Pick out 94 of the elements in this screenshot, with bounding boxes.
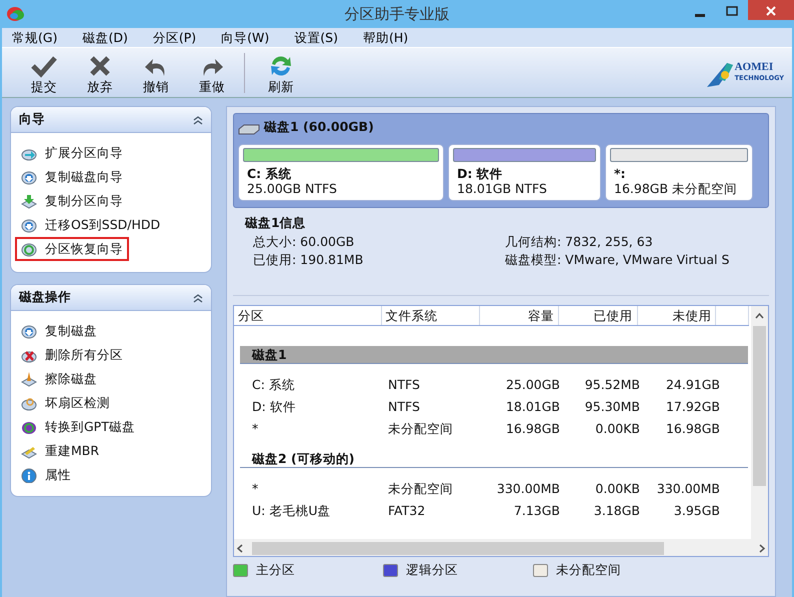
sidebar-item[interactable]: 重建MBR [15, 439, 106, 463]
partition-name: C: 系统 [246, 166, 293, 181]
toolbar-button[interactable]: 撤销 [128, 50, 184, 96]
menu-item[interactable]: 设置(S) [294, 28, 349, 47]
table-cell: 330.00MB [656, 481, 720, 496]
sidebar-item[interactable]: 复制磁盘 [15, 319, 103, 343]
toolbar-button[interactable]: 刷新 [253, 50, 309, 96]
info-icon [21, 467, 37, 483]
partition-block[interactable]: D: 软件 18.01GB NTFS [448, 144, 601, 201]
disk-refresh-icon [21, 241, 37, 257]
panel-title: 向导 [19, 110, 45, 128]
collapse-icon [193, 114, 203, 124]
partition-block[interactable]: *: 16.98GB 未分配空间 [605, 144, 753, 201]
disk-group-row[interactable]: 磁盘1 [240, 346, 748, 364]
table-cell: NTFS [388, 377, 420, 392]
table-cell: 17.92GB [666, 399, 720, 414]
disk-download-icon [21, 323, 37, 339]
column-header[interactable]: 未使用 [638, 306, 716, 325]
table-cell: 0.00KB [595, 421, 640, 436]
table-cell: * [252, 481, 258, 496]
vertical-scrollbar[interactable] [751, 306, 768, 539]
table-cell: 95.52MB [584, 377, 640, 392]
table-cell: U: 老毛桃U盘 [252, 503, 330, 518]
partition-name: *: [613, 166, 627, 181]
table-cell: 16.98GB [506, 421, 560, 436]
info-field: 总大小: 60.00GB [253, 234, 354, 249]
legend-label: 未分配空间 [556, 560, 621, 579]
menu-item[interactable]: 磁盘(D) [82, 28, 139, 47]
disk-convert-icon [21, 419, 37, 435]
column-header[interactable]: 文件系统 [382, 306, 480, 325]
table-cell: 0.00KB [595, 481, 640, 496]
table-cell: * [252, 421, 258, 436]
table-cell: 3.95GB [674, 503, 720, 518]
column-header[interactable]: 分区 [234, 306, 382, 325]
sidebar-item[interactable]: 擦除磁盘 [15, 367, 103, 391]
table-cell: NTFS [388, 399, 420, 414]
sidebar-item[interactable]: 复制磁盘向导 [15, 165, 129, 189]
sidebar-item[interactable]: 属性 [15, 463, 77, 487]
menu-item[interactable]: 分区(P) [152, 28, 208, 47]
disk-group-row[interactable]: 磁盘2 (可移动的) [240, 450, 748, 468]
partition-detail: 25.00GB NTFS [246, 181, 338, 196]
table-cell: 7.13GB [514, 503, 560, 518]
disk-brush-icon [21, 371, 37, 387]
maximize-icon [726, 6, 738, 16]
sidebar-item[interactable]: 复制分区向导 [15, 189, 129, 213]
toolbar-button[interactable]: 放弃 [72, 50, 128, 96]
disk-download-icon [21, 217, 37, 233]
menu-item[interactable]: 向导(W) [221, 28, 280, 47]
table-cell: FAT32 [388, 503, 426, 518]
legend-label: 主分区 [256, 560, 295, 579]
app-icon [6, 5, 26, 23]
column-header[interactable]: 容量 [480, 306, 559, 325]
table-cell: 3.18GB [594, 503, 640, 518]
panel-title: 磁盘操作 [19, 288, 71, 306]
close-button[interactable] [748, 0, 794, 20]
table-cell: C: 系统 [252, 377, 295, 392]
close-icon [766, 6, 776, 16]
info-title: 磁盘1信息 [245, 214, 307, 232]
disk-down-arrow-icon [21, 193, 37, 209]
sidebar-item[interactable]: 迁移OS到SSD/HDD [15, 213, 166, 237]
minimize-icon [695, 14, 705, 18]
column-header[interactable]: 已使用 [558, 306, 638, 325]
menu-item[interactable]: 帮助(H) [362, 28, 420, 47]
menu-item[interactable]: 常规(G) [12, 28, 68, 47]
table-cell: D: 软件 [252, 399, 296, 414]
sidebar-item[interactable]: 转换到GPT磁盘 [15, 415, 141, 439]
table-cell: 18.01GB [506, 399, 560, 414]
sidebar-item[interactable]: 扩展分区向导 [15, 141, 129, 165]
horizontal-scrollbar[interactable] [234, 539, 768, 556]
partition-block[interactable]: C: 系统 25.00GB NTFS [238, 144, 444, 201]
disk-title: 磁盘1 (60.00GB) [264, 118, 374, 136]
legend-label: 逻辑分区 [406, 560, 458, 579]
partition-detail: 16.98GB 未分配空间 [613, 181, 738, 196]
info-field: 磁盘模型: VMware, VMware Virtual S [505, 252, 730, 267]
info-field: 已使用: 190.81MB [253, 252, 364, 267]
table-cell: 未分配空间 [388, 421, 453, 436]
table-cell: 330.00MB [496, 481, 560, 496]
sidebar-item[interactable]: 坏扇区检测 [15, 391, 116, 415]
sidebar-item[interactable]: 删除所有分区 [15, 343, 129, 367]
info-field: 几何结构: 7832, 255, 63 [505, 234, 653, 249]
disk-download-icon [21, 169, 37, 185]
toolbar-button[interactable]: 重做 [184, 50, 240, 96]
table-cell: 未分配空间 [388, 481, 453, 496]
logo-name: AOMEI [734, 62, 774, 72]
table-cell: 24.91GB [666, 377, 720, 392]
partition-name: D: 软件 [456, 166, 504, 181]
collapse-icon [193, 292, 203, 302]
window-title: 分区助手专业版 [344, 5, 450, 23]
table-cell: 25.00GB [506, 377, 560, 392]
table-cell: 16.98GB [666, 421, 720, 436]
sidebar-item[interactable]: 分区恢复向导 [15, 237, 129, 261]
partition-detail: 18.01GB NTFS [456, 181, 548, 196]
toolbar-button[interactable]: 提交 [16, 50, 72, 96]
table-cell: 95.30MB [584, 399, 640, 414]
